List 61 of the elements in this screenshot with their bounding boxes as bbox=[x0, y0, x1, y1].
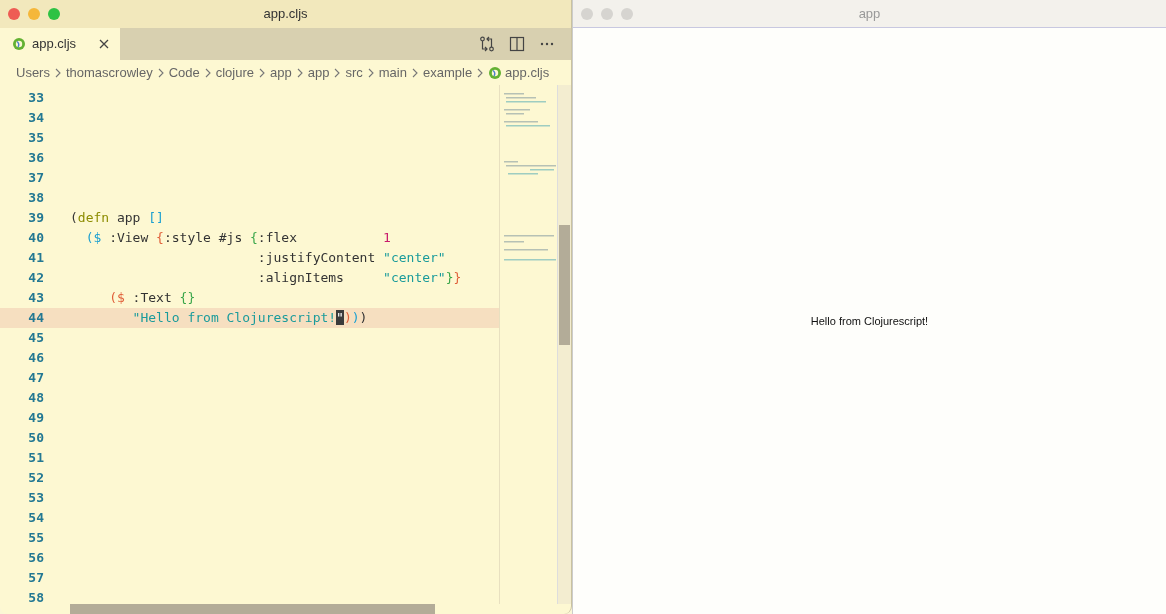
line-number: 47 bbox=[27, 369, 44, 388]
scrollbar-thumb[interactable] bbox=[559, 225, 570, 345]
code-line: ($ :View {:style #js {:flex 1 bbox=[84, 229, 391, 248]
window-title: app bbox=[858, 5, 881, 21]
maximize-window-button[interactable] bbox=[621, 7, 633, 20]
line-number: 53 bbox=[27, 489, 44, 508]
breadcrumb-link[interactable]: clojure bbox=[215, 62, 255, 83]
line-number: 43 bbox=[27, 289, 44, 308]
breadcrumb-link[interactable]: Users bbox=[16, 62, 50, 83]
line-number: 42 bbox=[27, 269, 44, 288]
breadcrumb-link[interactable]: src bbox=[345, 62, 363, 83]
compare-changes-icon[interactable] bbox=[479, 36, 495, 52]
breadcrumb-link[interactable]: example bbox=[422, 62, 473, 83]
line-number: 57 bbox=[27, 569, 44, 588]
line-number: 48 bbox=[27, 389, 44, 408]
line-number: 39 bbox=[27, 209, 44, 228]
line-number: 46 bbox=[27, 349, 44, 368]
app-text: Hello from Clojurescript! bbox=[810, 313, 929, 329]
line-number: 45 bbox=[27, 329, 44, 348]
line-number: 51 bbox=[27, 449, 44, 468]
code-line: (defn app [] bbox=[70, 209, 164, 228]
window-title: app.cljs bbox=[263, 6, 308, 22]
code-line: ($ :Text {} bbox=[108, 289, 196, 308]
close-window-button[interactable] bbox=[8, 8, 20, 20]
close-window-button[interactable] bbox=[581, 7, 593, 20]
maximize-window-button[interactable] bbox=[48, 8, 60, 20]
file-type-icon bbox=[12, 37, 26, 51]
line-number: 58 bbox=[27, 589, 44, 608]
line-number: 36 bbox=[27, 149, 44, 168]
line-number: 54 bbox=[27, 509, 44, 528]
breadcrumb-link[interactable]: app bbox=[307, 62, 330, 83]
line-number: 34 bbox=[27, 109, 44, 128]
line-number: 41 bbox=[27, 249, 44, 268]
line-number: 55 bbox=[27, 529, 44, 548]
breadcrumb-link[interactable]: Code bbox=[168, 62, 200, 83]
breadcrumb-link[interactable]: app bbox=[270, 62, 292, 83]
code-line: "Hello from Clojurescript!"))) bbox=[131, 309, 368, 328]
breadcrumb-link[interactable]: main bbox=[378, 62, 407, 83]
line-number: 35 bbox=[27, 129, 44, 148]
vertical-scrollbar[interactable] bbox=[557, 85, 571, 604]
tab-label: app.cljs bbox=[32, 35, 77, 54]
editor-tab[interactable]: app.cljs bbox=[0, 28, 120, 60]
horizontal-scrollbar-thumb[interactable] bbox=[70, 604, 435, 614]
minimize-window-button[interactable] bbox=[28, 8, 40, 20]
close-icon[interactable] bbox=[98, 38, 110, 50]
line-number: 50 bbox=[27, 429, 44, 448]
code-line: :alignItems "center"}} bbox=[256, 269, 462, 288]
line-number: 37 bbox=[27, 169, 44, 188]
breadcrumb-link[interactable]: app.cljs bbox=[505, 62, 550, 83]
line-number: 33 bbox=[27, 89, 44, 108]
line-number: 38 bbox=[27, 189, 44, 208]
line-number: 49 bbox=[27, 409, 44, 428]
breadcrumb-link[interactable]: thomascrowley bbox=[65, 62, 153, 83]
minimize-window-button[interactable] bbox=[601, 7, 613, 20]
split-editor-icon[interactable] bbox=[509, 36, 525, 52]
line-number: 44 bbox=[27, 309, 44, 328]
line-number: 52 bbox=[27, 469, 44, 488]
file-type-icon bbox=[488, 65, 503, 80]
line-number: 40 bbox=[27, 229, 44, 248]
line-number: 56 bbox=[27, 549, 44, 568]
code-line: :justifyContent "center" bbox=[256, 249, 446, 268]
